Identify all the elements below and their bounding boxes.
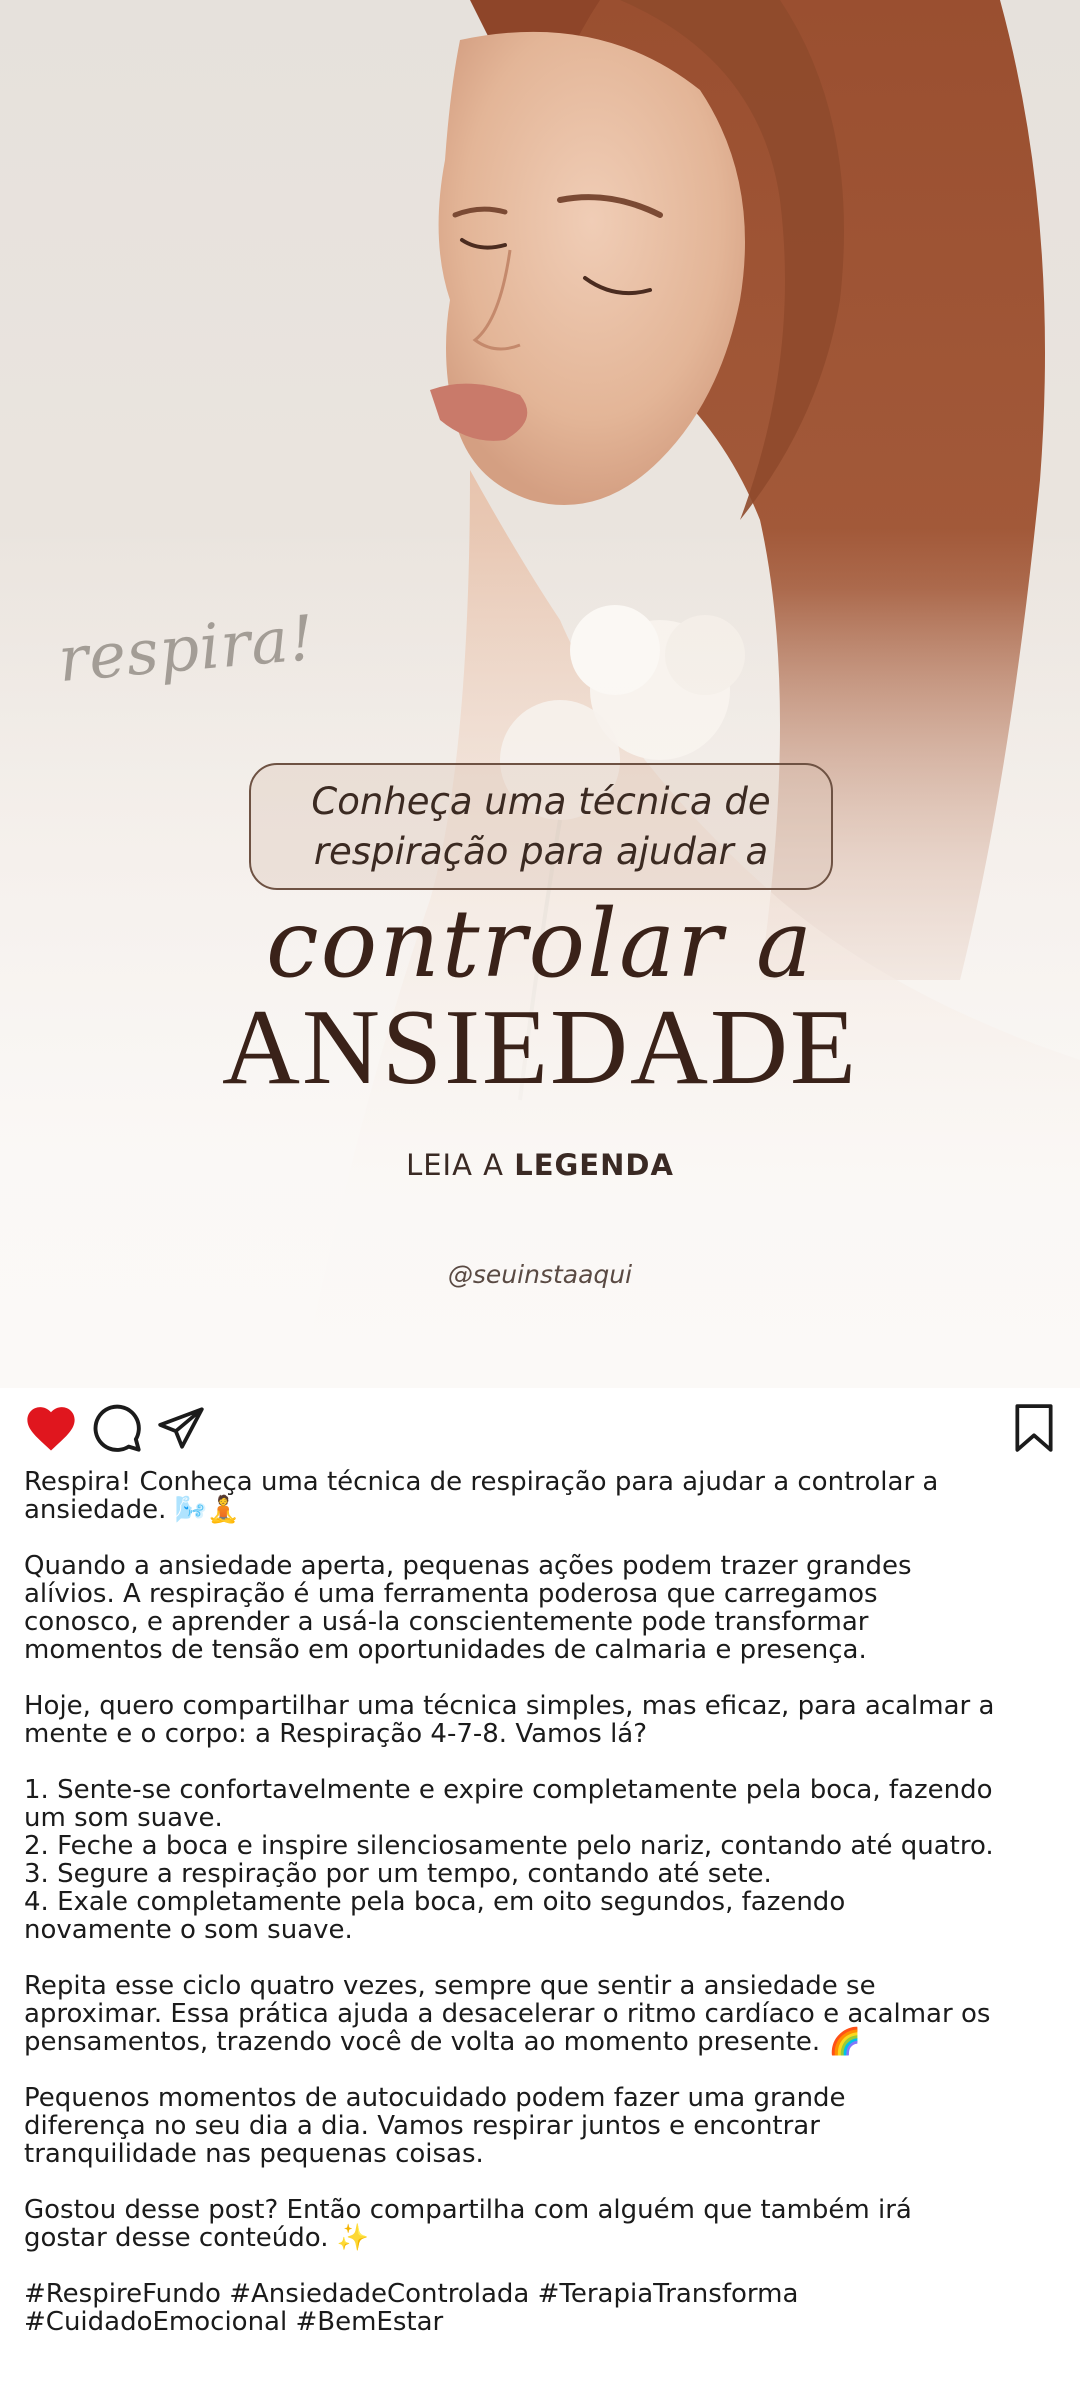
caption-paragraph: Respira! Conheça uma técnica de respiraç… bbox=[24, 1468, 1064, 1524]
caption-hashtags[interactable]: #RespireFundo #AnsiedadeControlada #Tera… bbox=[24, 2280, 1064, 2336]
caption-paragraph: Pequenos momentos de autocuidado podem f… bbox=[24, 2084, 1064, 2168]
caption-paragraph: Gostou desse post? Então compartilha com… bbox=[24, 2196, 1064, 2252]
read-caption-cta: LEIA A LEGENDA bbox=[0, 1148, 1080, 1182]
caption-line: pensamentos, trazendo você de volta ao m… bbox=[24, 2027, 861, 2057]
caption-line: Quando a ansiedade aperta, pequenas açõe… bbox=[24, 1551, 912, 1581]
caption-line: Hoje, quero compartilhar uma técnica sim… bbox=[24, 1691, 995, 1721]
headline-box: Conheça uma técnica de respiração para a… bbox=[249, 763, 833, 890]
caption-line: novamente o som suave. bbox=[24, 1915, 353, 1945]
caption-line: aproximar. Essa prática ajuda a desacele… bbox=[24, 1999, 991, 2029]
caption-line: 2. Feche a boca e inspire silenciosament… bbox=[24, 1831, 994, 1861]
caption-line: um som suave. bbox=[24, 1803, 223, 1833]
like-button[interactable] bbox=[22, 1400, 80, 1456]
instagram-handle: @seuinstaaqui bbox=[447, 1260, 633, 1289]
bookmark-icon bbox=[1015, 1404, 1053, 1452]
caption-steps: 1. Sente-se confortavelmente e expire co… bbox=[24, 1776, 1064, 1944]
caption-paragraph: Hoje, quero compartilhar uma técnica sim… bbox=[24, 1692, 1064, 1748]
post-caption: Respira! Conheça uma técnica de respiraç… bbox=[24, 1468, 1064, 2364]
cta-prefix: LEIA A bbox=[406, 1148, 504, 1182]
caption-line: tranquilidade nas pequenas coisas. bbox=[24, 2139, 484, 2169]
caption-line: conosco, e aprender a usá-la conscientem… bbox=[24, 1607, 869, 1637]
caption-line: 4. Exale completamente pela boca, em oit… bbox=[24, 1887, 846, 1917]
caption-line: momentos de tensão em oportunidades de c… bbox=[24, 1635, 867, 1665]
action-bar bbox=[0, 1388, 1080, 1464]
comment-bubble-icon bbox=[93, 1404, 141, 1452]
caption-paragraph: Repita esse ciclo quatro vezes, sempre q… bbox=[24, 1972, 1064, 2056]
caption-line: gostar desse conteúdo. ✨ bbox=[24, 2223, 370, 2253]
script-title: controlar a bbox=[265, 890, 815, 999]
caption-line: Repita esse ciclo quatro vezes, sempre q… bbox=[24, 1971, 876, 2001]
hashtag-line[interactable]: #RespireFundo #AnsiedadeControlada #Tera… bbox=[24, 2280, 1064, 2308]
heart-filled-icon bbox=[27, 1407, 75, 1451]
share-button[interactable] bbox=[152, 1400, 210, 1456]
cta-bold: LEGENDA bbox=[514, 1148, 674, 1182]
caption-line: ansiedade. 🌬️🧘 bbox=[24, 1495, 240, 1525]
caption-line: diferença no seu dia a dia. Vamos respir… bbox=[24, 2111, 820, 2141]
post-image[interactable]: respira! Conheça uma técnica de respiraç… bbox=[0, 0, 1080, 1388]
caption-line: 1. Sente-se confortavelmente e expire co… bbox=[24, 1775, 993, 1805]
save-button[interactable] bbox=[1005, 1400, 1063, 1456]
comment-button[interactable] bbox=[88, 1400, 146, 1456]
headline-line-2: respiração para ajudar a bbox=[313, 829, 769, 873]
hashtag-line[interactable]: #CuidadoEmocional #BemEstar bbox=[24, 2308, 1064, 2336]
caption-line: Pequenos momentos de autocuidado podem f… bbox=[24, 2083, 846, 2113]
caption-line: alívios. A respiração é uma ferramenta p… bbox=[24, 1579, 878, 1609]
caption-line: Gostou desse post? Então compartilha com… bbox=[24, 2195, 912, 2225]
caption-line: mente e o corpo: a Respiração 4-7-8. Vam… bbox=[24, 1719, 648, 1749]
paper-plane-icon bbox=[158, 1407, 204, 1449]
headline-line-1: Conheça uma técnica de bbox=[311, 779, 771, 823]
big-title: ANSIEDADE bbox=[222, 988, 858, 1107]
caption-line: 3. Segure a respiração por um tempo, con… bbox=[24, 1859, 772, 1889]
caption-paragraph: Quando a ansiedade aperta, pequenas açõe… bbox=[24, 1552, 1064, 1664]
caption-line: Respira! Conheça uma técnica de respiraç… bbox=[24, 1467, 939, 1497]
